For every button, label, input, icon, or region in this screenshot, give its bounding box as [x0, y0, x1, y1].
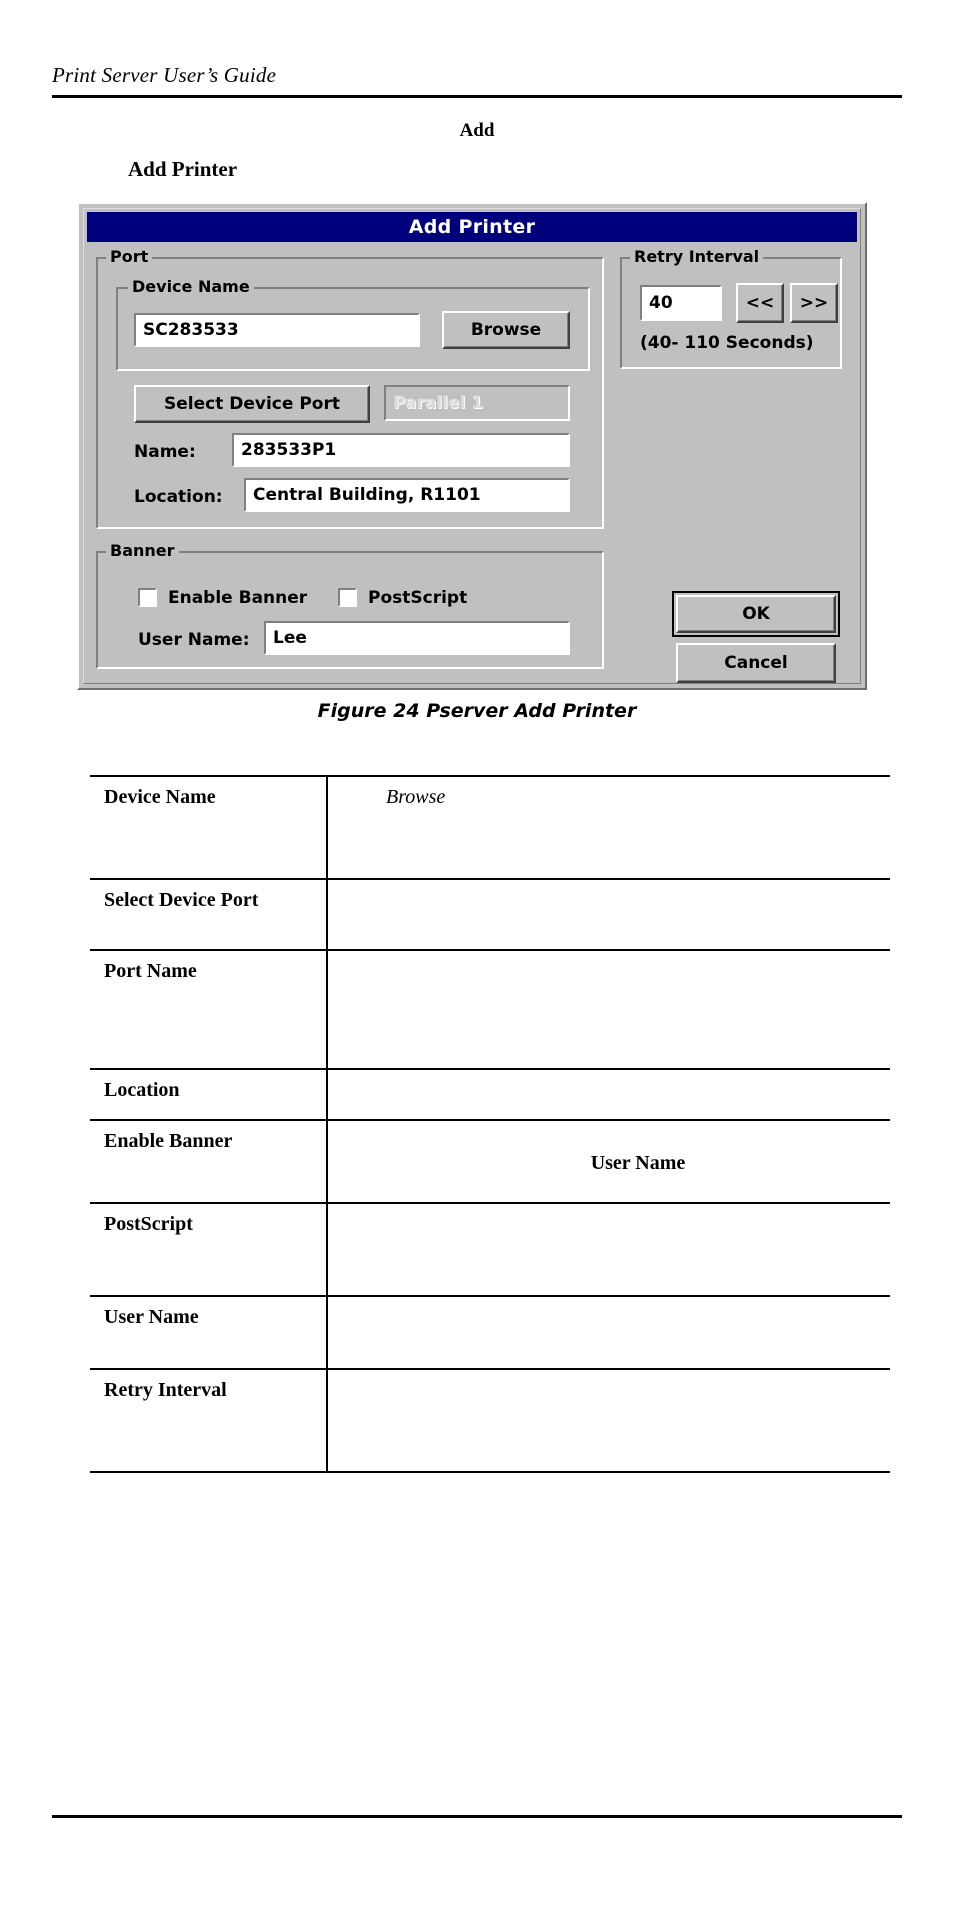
table-cell-extra-text: User Name: [590, 1152, 686, 1174]
dialog-titlebar: Add Printer: [87, 212, 857, 242]
port-name-readonly-field: Parallel 1: [384, 385, 570, 421]
dialog-title-text: Add Printer: [408, 216, 536, 238]
postscript-label[interactable]: PostScript: [368, 588, 467, 608]
user-name-input[interactable]: Lee: [264, 621, 570, 655]
table-row: Enable Banner User Name: [90, 1120, 890, 1204]
cancel-button-label: Cancel: [724, 653, 788, 673]
device-name-value: SC283533: [143, 320, 239, 340]
enable-banner-checkbox[interactable]: [138, 588, 157, 607]
table-row: PostScript: [90, 1203, 890, 1297]
document-page: Print Server User’s Guide Add Add Printe…: [0, 0, 954, 1906]
figure-caption: Figure 24 Pserver Add Printer: [317, 700, 637, 722]
table-cell-value: [327, 1203, 890, 1297]
table-cell-value: User Name: [327, 1120, 890, 1204]
ok-button[interactable]: OK: [676, 595, 836, 633]
table-cell-value: [327, 1069, 890, 1121]
retry-increment-button[interactable]: >>: [790, 283, 838, 323]
port-group-label: Port: [106, 247, 153, 266]
port-name-value: Parallel 1: [393, 393, 484, 413]
browse-button[interactable]: Browse: [442, 311, 570, 349]
location-input[interactable]: Central Building, R1101: [244, 478, 570, 512]
browse-button-label: Browse: [470, 320, 542, 340]
table-cell-value: [327, 879, 890, 951]
retry-interval-input[interactable]: 40: [640, 285, 722, 321]
table-cell-key: Select Device Port: [90, 879, 328, 951]
table-cell-key: Port Name: [90, 950, 328, 1070]
name-value: 283533P1: [241, 440, 337, 460]
postscript-checkbox[interactable]: [338, 588, 357, 607]
table-cell-key: User Name: [90, 1296, 328, 1370]
name-input[interactable]: 283533P1: [232, 433, 570, 467]
retry-decrement-button[interactable]: <<: [736, 283, 784, 323]
section-heading: Add Printer: [128, 157, 238, 181]
table-cell-key: Location: [90, 1069, 328, 1121]
table-cell-value: [327, 1369, 890, 1473]
table-row: Select Device Port: [90, 879, 890, 951]
name-label: Name:: [134, 442, 196, 462]
location-value: Central Building, R1101: [253, 485, 481, 505]
add-printer-dialog: Add Printer Port Device Name SC283533 Br…: [77, 202, 867, 690]
dialog-inner-frame: Add Printer Port Device Name SC283533 Br…: [83, 208, 861, 684]
field-description-table: Device Name Browse Select Device Port Po…: [90, 775, 890, 1473]
table-body: Device Name Browse Select Device Port Po…: [90, 775, 890, 1473]
footer-rule: [52, 1815, 902, 1818]
retry-interval-group-label: Retry Interval: [630, 247, 764, 266]
device-name-group-label: Device Name: [128, 277, 254, 296]
device-name-input[interactable]: SC283533: [134, 313, 420, 347]
table-cell-key: Retry Interval: [90, 1369, 328, 1473]
ok-button-label: OK: [742, 604, 770, 624]
banner-group-label: Banner: [106, 541, 179, 560]
table-cell-key: Enable Banner: [90, 1120, 328, 1204]
header-rule: [52, 95, 902, 98]
page-title: Add: [459, 120, 495, 141]
retry-interval-value: 40: [649, 293, 673, 313]
table-row: User Name: [90, 1296, 890, 1370]
table-row: Location: [90, 1069, 890, 1121]
retry-increment-label: >>: [799, 293, 829, 313]
enable-banner-label[interactable]: Enable Banner: [168, 588, 307, 608]
table-row: Port Name: [90, 950, 890, 1070]
retry-decrement-label: <<: [745, 293, 775, 313]
cancel-button[interactable]: Cancel: [676, 643, 836, 683]
select-device-port-label: Select Device Port: [164, 394, 340, 414]
table-cell-value: Browse: [327, 775, 890, 880]
table-cell-value: [327, 950, 890, 1070]
table-row: Retry Interval: [90, 1369, 890, 1473]
table-cell-value-text: Browse: [386, 786, 446, 808]
table-row: Device Name Browse: [90, 775, 890, 880]
select-device-port-button[interactable]: Select Device Port: [134, 385, 370, 423]
retry-interval-range-note: (40- 110 Seconds): [640, 333, 814, 353]
user-name-value: Lee: [273, 628, 307, 648]
user-name-label: User Name:: [138, 630, 250, 650]
table-cell-key: PostScript: [90, 1203, 328, 1297]
table-cell-key: Device Name: [90, 775, 328, 880]
running-header: Print Server User’s Guide: [52, 63, 277, 87]
location-label: Location:: [134, 487, 223, 507]
table-cell-value: [327, 1296, 890, 1370]
